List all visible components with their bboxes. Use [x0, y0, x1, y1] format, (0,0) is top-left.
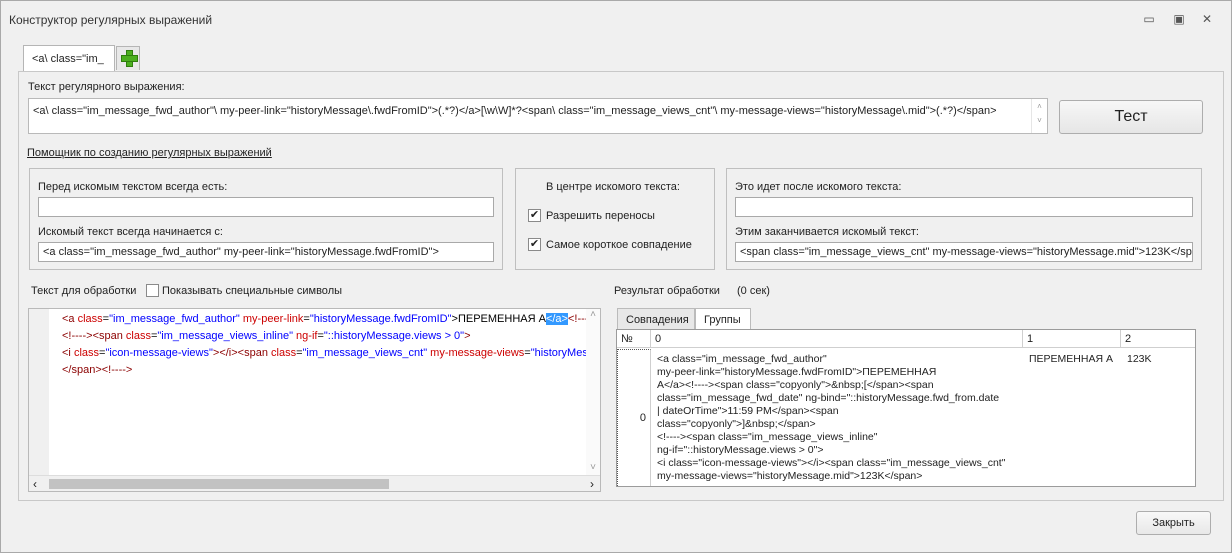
show-special-checkbox[interactable]: [146, 284, 159, 297]
show-special-label: Показывать специальные символы: [162, 285, 343, 297]
scroll-down-icon[interactable]: ˅: [586, 462, 600, 473]
starts-with-input[interactable]: <a class="im_message_fwd_author" my-peer…: [38, 242, 494, 262]
regex-label: Текст регулярного выражения:: [28, 81, 185, 93]
regex-builder-window: Конструктор регулярных выражений ▭ ▣ ✕ <…: [0, 0, 1232, 553]
code-token: >: [464, 330, 471, 342]
hscroll-thumb[interactable]: [49, 479, 389, 489]
source-text-editor[interactable]: <a class="im_message_fwd_author" my-peer…: [28, 308, 601, 492]
editor-gutter: [29, 309, 49, 475]
main-panel: Текст регулярного выражения: <a\ class="…: [18, 71, 1224, 501]
after-group: Это идет после искомого текста: Этим зак…: [726, 168, 1202, 270]
code-token: <a: [62, 313, 78, 325]
before-group: Перед искомым текстом всегда есть: Иском…: [29, 168, 503, 270]
code-token: "im_message_fwd_author": [109, 313, 240, 325]
source-label: Текст для обработки: [31, 285, 137, 297]
tab-regex-document[interactable]: <a\ class="im_: [23, 45, 115, 72]
code-line: <!----><span class="im_message_views_inl…: [62, 330, 471, 342]
code-token: "icon-message-views": [105, 347, 213, 359]
tab-matches[interactable]: Совпадения: [617, 308, 695, 330]
column-header-number[interactable]: №: [617, 330, 651, 348]
code-token: "im_message_views_inline": [157, 330, 293, 342]
shortest-match-checkbox[interactable]: ✔: [528, 238, 541, 251]
result-label: Результат обработки: [614, 285, 720, 297]
group-0-cell[interactable]: <a class="im_message_fwd_author" my-peer…: [657, 353, 1005, 483]
code-token: <span: [92, 330, 126, 342]
row-index-cell[interactable]: 0: [617, 349, 651, 486]
group-2-cell[interactable]: 123K: [1127, 353, 1152, 366]
cell-line: my-peer-link="historyMessage.fwdFromID">…: [657, 366, 937, 378]
selected-text: </a>: [545, 313, 568, 325]
code-line: <i class="icon-message-views"></i><span …: [62, 347, 588, 359]
cell-line: my-message-views="historyMessage.mid">12…: [657, 470, 923, 482]
center-group: В центре искомого текста: ✔ Разрешить пе…: [515, 168, 715, 270]
scroll-right-icon[interactable]: ›: [590, 477, 594, 491]
code-token: "im_message_views_cnt": [302, 347, 428, 359]
group-1-cell[interactable]: ПЕРЕМЕННАЯ А: [1029, 353, 1113, 366]
code-token: ></i><span: [212, 347, 272, 359]
before-always-label: Перед искомым текстом всегда есть:: [38, 181, 228, 193]
column-header-0[interactable]: 0: [651, 330, 1023, 348]
regex-input[interactable]: <a\ class="im_message_fwd_author"\ my-pe…: [28, 98, 1048, 134]
close-icon[interactable]: ✕: [1199, 12, 1215, 26]
ends-with-label: Этим заканчивается искомый текст:: [735, 226, 919, 238]
scroll-up-icon[interactable]: ˄: [1032, 102, 1047, 111]
code-token: "historyMes: [530, 347, 588, 359]
editor-vscrollbar[interactable]: ˄ ˅: [586, 309, 600, 475]
code-token: class: [73, 347, 99, 359]
code-token: >ПЕРЕМЕННАЯ А: [451, 313, 546, 325]
close-button[interactable]: Закрыть: [1136, 511, 1211, 535]
code-token: <i: [62, 347, 74, 359]
window-title: Конструктор регулярных выражений: [9, 13, 213, 27]
code-line: </span><!---->: [62, 364, 133, 376]
code-token: "::historyMessage.views > 0": [323, 330, 465, 342]
results-grid: № 0 1 2 0 <a class="im_message_fwd_autho…: [616, 329, 1196, 487]
allow-newlines-label: Разрешить переносы: [546, 210, 655, 222]
code-token: ng-if: [293, 330, 318, 342]
code-token: my-message-views: [427, 347, 525, 359]
after-input[interactable]: [735, 197, 1193, 217]
cell-line: <a class="im_message_fwd_author": [657, 353, 827, 365]
test-button[interactable]: Тест: [1059, 100, 1203, 134]
allow-newlines-checkbox[interactable]: ✔: [528, 209, 541, 222]
code-token: <!---->: [62, 330, 93, 342]
regex-value: <a\ class="im_message_fwd_author"\ my-pe…: [33, 105, 997, 117]
maximize-icon[interactable]: ▣: [1171, 12, 1187, 26]
regex-scrollbar[interactable]: ˄ ˅: [1031, 99, 1047, 133]
row-index: 0: [639, 412, 646, 424]
cell-line: class="copyonly">]&nbsp;</span>: [657, 418, 816, 430]
code-token: class: [271, 347, 297, 359]
cell-line: | dateOrTime">11:59 PM</span><span: [657, 405, 839, 417]
code-token: "historyMessage.fwdFromID": [309, 313, 452, 325]
cell-line: class="im_message_fwd_date" ng-bind="::h…: [657, 392, 1000, 404]
scroll-up-icon[interactable]: ˄: [586, 309, 600, 320]
plus-icon: [121, 50, 138, 67]
code-line: <a class="im_message_fwd_author" my-peer…: [62, 313, 588, 325]
before-always-input[interactable]: [38, 197, 494, 217]
code-token: class: [77, 313, 103, 325]
scroll-left-icon[interactable]: ‹: [33, 477, 37, 491]
center-label: В центре искомого текста:: [546, 181, 680, 193]
column-header-1[interactable]: 1: [1023, 330, 1121, 348]
cell-line: ng-if="::historyMessage.views > 0">: [657, 444, 824, 456]
cell-line: <i class="icon-message-views"></i><span …: [657, 457, 1006, 469]
cell-line: <!----><span class="im_message_views_inl…: [657, 431, 878, 443]
title-bar: Конструктор регулярных выражений ▭ ▣ ✕: [1, 1, 1231, 37]
scroll-down-icon[interactable]: ˅: [1032, 116, 1047, 125]
tab-groups[interactable]: Группы: [695, 308, 751, 330]
add-tab-button[interactable]: [116, 46, 140, 70]
starts-with-label: Искомый текст всегда начинается с:: [38, 226, 223, 238]
after-label: Это идет после искомого текста:: [735, 181, 902, 193]
minimize-icon[interactable]: ▭: [1141, 12, 1157, 26]
code-token: my-peer-link: [239, 313, 304, 325]
shortest-match-label: Самое короткое совпадение: [546, 239, 692, 251]
ends-with-input[interactable]: <span class="im_message_views_cnt" my-me…: [735, 242, 1193, 262]
helper-link[interactable]: Помощник по созданию регулярных выражени…: [27, 147, 272, 159]
column-header-2[interactable]: 2: [1121, 330, 1195, 348]
result-time: (0 сек): [737, 285, 770, 297]
code-token: class: [125, 330, 151, 342]
editor-hscrollbar[interactable]: ‹ ›: [29, 475, 600, 491]
cell-line: А</a><!----><span class="copyonly">&nbsp…: [657, 379, 934, 391]
